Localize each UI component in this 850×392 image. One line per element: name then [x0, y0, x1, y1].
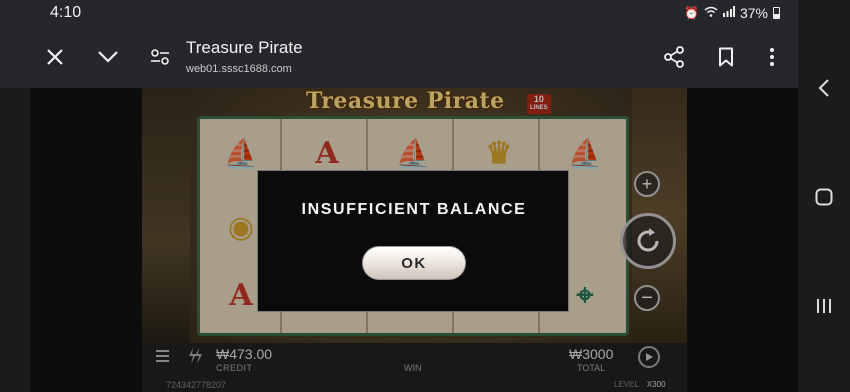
battery-icon [772, 7, 780, 19]
wifi-icon [704, 6, 718, 20]
alarm-icon: ⏰ [684, 6, 699, 20]
close-tab-icon[interactable] [40, 42, 70, 72]
battery-percent: 37% [739, 5, 768, 21]
share-icon[interactable] [659, 42, 689, 72]
more-menu-icon[interactable] [757, 42, 787, 72]
signal-icon [722, 6, 735, 20]
page-url[interactable]: web01.sssc1688.com [186, 63, 292, 75]
ok-button[interactable]: OK [362, 246, 466, 280]
status-time: 4:10 [50, 4, 82, 21]
back-icon[interactable] [808, 72, 840, 104]
bookmark-icon[interactable] [711, 42, 741, 72]
page-title: Treasure Pirate [186, 38, 303, 57]
chevron-down-icon[interactable] [93, 42, 123, 72]
dialog-message: INSUFFICIENT BALANCE [301, 201, 527, 218]
site-settings-icon[interactable] [145, 42, 175, 72]
status-icons: ⏰ 37% [684, 5, 780, 21]
insufficient-balance-dialog: INSUFFICIENT BALANCE OK [257, 170, 569, 312]
home-icon[interactable] [808, 181, 840, 213]
recents-icon[interactable] [808, 290, 840, 322]
